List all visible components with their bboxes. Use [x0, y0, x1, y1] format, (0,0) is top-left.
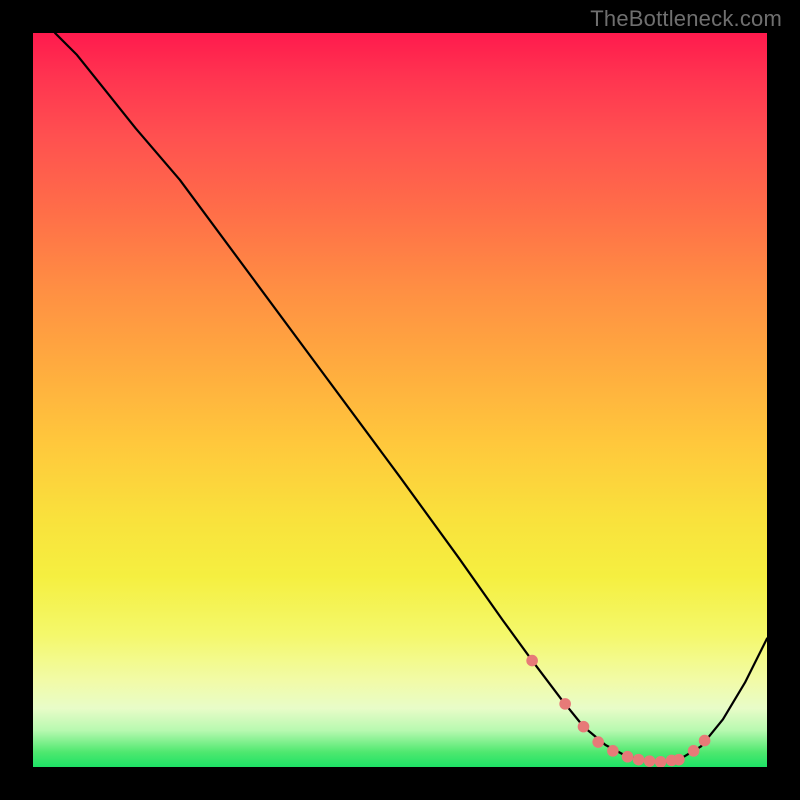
highlight-dot: [607, 745, 619, 757]
bottleneck-curve: [55, 33, 767, 762]
attribution-text: TheBottleneck.com: [590, 6, 782, 32]
highlight-dot: [688, 745, 700, 757]
highlight-dot: [673, 754, 685, 766]
highlight-dot: [559, 698, 571, 710]
highlight-dot: [655, 756, 667, 767]
highlight-dot: [578, 721, 590, 733]
chart-svg: [33, 33, 767, 767]
highlight-dots: [526, 655, 710, 767]
chart-area: [33, 33, 767, 767]
highlight-dot: [699, 735, 711, 747]
highlight-dot: [526, 655, 538, 667]
highlight-dot: [622, 751, 634, 763]
highlight-dot: [644, 755, 656, 767]
highlight-dot: [633, 754, 645, 766]
highlight-dot: [592, 736, 604, 748]
